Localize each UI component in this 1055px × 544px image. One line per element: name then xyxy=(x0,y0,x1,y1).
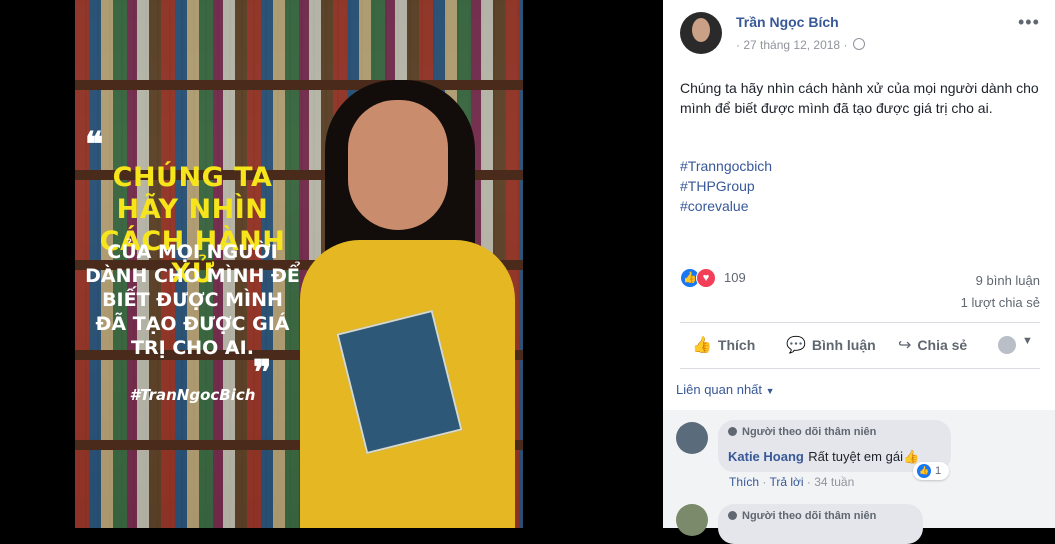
like-reaction-icon: 👍 xyxy=(917,464,931,478)
comment-like-count[interactable]: 👍 1 xyxy=(913,462,949,480)
commenter-avatar[interactable] xyxy=(676,504,708,536)
chevron-down-icon[interactable]: ▼ xyxy=(1022,335,1033,347)
post-meta: · 27 tháng 12, 2018 · xyxy=(736,38,865,52)
post-date[interactable]: 27 tháng 12, 2018 xyxy=(743,38,840,52)
comment-likes: 1 xyxy=(935,465,942,477)
photo-viewer: ❝ CHÚNG TA HÃY NHÌN CÁCH HÀNH XỬ CỦA MỌI… xyxy=(0,0,663,528)
divider xyxy=(680,368,1040,369)
hashtag-link[interactable]: #THPGroup xyxy=(680,176,772,196)
reaction-count: 109 xyxy=(724,270,746,285)
divider xyxy=(680,322,1040,323)
woman-figure xyxy=(290,40,520,528)
comment-reply-link[interactable]: Trả lời xyxy=(769,475,803,489)
share-icon: ↪ xyxy=(898,337,912,354)
comment-bubble: Người theo dõi thâm niên xyxy=(718,504,923,544)
author-name[interactable]: Trần Ngọc Bích xyxy=(736,14,839,30)
shares-count[interactable]: 1 lượt chia sẻ xyxy=(961,292,1040,314)
comments-count[interactable]: 9 bình luận xyxy=(961,270,1040,292)
hashtag-link[interactable]: #corevalue xyxy=(680,196,772,216)
close-quote-icon: ❞ xyxy=(253,353,272,393)
like-label: Thích xyxy=(717,337,756,353)
post-photo[interactable]: ❝ CHÚNG TA HÃY NHÌN CÁCH HÀNH XỬ CỦA MỌI… xyxy=(75,0,523,528)
globe-icon xyxy=(852,38,865,50)
comment-filter-dropdown[interactable]: Liên quan nhất ▼ xyxy=(676,382,775,397)
thumbs-up-icon: 👍 xyxy=(692,337,712,354)
comment-button[interactable]: 💬 Bình luận xyxy=(786,335,876,355)
comment-filter-label: Liên quan nhất xyxy=(676,382,763,397)
love-reaction-icon: ♥ xyxy=(696,268,716,288)
badge-label: Người theo dõi thâm niên xyxy=(742,426,877,438)
comment-content: Katie Hoang Rất tuyệt em gái👍 xyxy=(728,448,919,466)
badge-icon xyxy=(728,427,737,436)
badge-label: Người theo dõi thâm niên xyxy=(742,510,877,522)
comment-text: Rất tuyệt em gái👍 xyxy=(808,449,920,464)
face xyxy=(348,100,448,230)
chevron-down-icon: ▼ xyxy=(765,386,775,396)
share-audience-avatar[interactable] xyxy=(998,336,1016,354)
share-label: Chia sẻ xyxy=(917,337,968,353)
quote-body: CỦA MỌI NGƯỜI DÀNH CHO MÌNH ĐỂ BIẾT ĐƯỢC… xyxy=(85,241,300,359)
hashtag-list: #Tranngocbich #THPGroup #corevalue xyxy=(680,156,772,216)
share-button[interactable]: ↪ Chia sẻ xyxy=(898,335,967,355)
comment-icon: 💬 xyxy=(786,337,806,354)
like-button[interactable]: 👍 Thích xyxy=(692,335,755,355)
hashtag-link[interactable]: #Tranngocbich xyxy=(680,156,772,176)
comment-like-link[interactable]: Thích xyxy=(729,475,759,489)
badge-icon xyxy=(728,511,737,520)
follower-badge: Người theo dõi thâm niên xyxy=(728,426,876,438)
post-panel: Trần Ngọc Bích · 27 tháng 12, 2018 · •••… xyxy=(663,0,1055,544)
comment-actions: Thích · Trả lời · 34 tuần xyxy=(729,475,855,489)
follower-badge: Người theo dõi thâm niên xyxy=(728,510,876,522)
commenter-avatar[interactable] xyxy=(676,422,708,454)
comments-section: Người theo dõi thâm niên Katie Hoang Rất… xyxy=(663,410,1055,544)
post-text: Chúng ta hãy nhìn cách hành xử của mọi n… xyxy=(680,80,1039,116)
comment-label: Bình luận xyxy=(811,337,876,353)
comment-time[interactable]: 34 tuần xyxy=(814,475,854,489)
open-quote-icon: ❝ xyxy=(85,125,104,165)
quote-hashtag: #TranNgocBich xyxy=(129,386,256,404)
more-icon[interactable]: ••• xyxy=(1018,12,1040,33)
commenter-name[interactable]: Katie Hoang xyxy=(728,449,804,464)
post-stats: 9 bình luận 1 lượt chia sẻ xyxy=(961,270,1040,314)
author-avatar[interactable] xyxy=(680,12,722,54)
post-actions: 👍 Thích 💬 Bình luận ↪ Chia sẻ ▼ xyxy=(680,330,1040,360)
